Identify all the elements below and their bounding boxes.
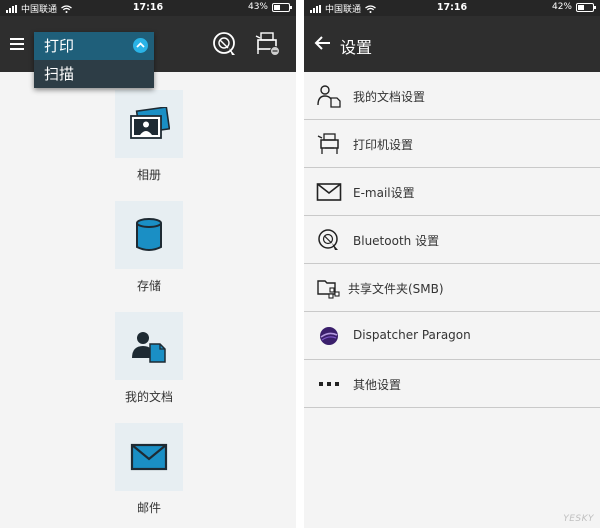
mode-dropdown[interactable]: 打印 扫描 (34, 32, 154, 88)
settings-list: 我的文档设置 打印机设置 E-mail设置 Bluetooth 设置 共享文件夹… (304, 72, 600, 408)
tile-label: 存储 (136, 279, 161, 293)
mode-option-print[interactable]: 打印 (34, 32, 154, 60)
setting-label: 共享文件夹(SMB) (348, 282, 444, 296)
tile-mail[interactable]: 邮件 (114, 423, 184, 516)
battery-percent: 42% (551, 2, 572, 12)
more-icon (316, 372, 342, 396)
tile-storage[interactable]: 存储 (114, 201, 184, 294)
tile-album[interactable]: 相册 (114, 90, 184, 183)
printer-icon[interactable] (254, 30, 282, 58)
screenshot-divider (296, 0, 304, 528)
mail-icon (316, 180, 342, 204)
printer-icon (316, 132, 342, 156)
tile-icon-box (115, 201, 183, 269)
setting-dispatcher-paragon[interactable]: Dispatcher Paragon (304, 312, 600, 360)
mail-icon (130, 443, 168, 471)
tile-label: 我的文档 (124, 390, 173, 404)
mode-option-scan[interactable]: 扫描 (34, 60, 154, 88)
battery-icon (272, 2, 292, 12)
watermark: YESKY (563, 514, 594, 524)
menu-icon[interactable] (10, 38, 24, 50)
setting-other[interactable]: 其他设置 (304, 360, 600, 408)
app-bar: 设置 (304, 16, 600, 72)
user-document-icon (316, 84, 342, 108)
tile-icon-box (115, 423, 183, 491)
my-documents-icon (132, 332, 166, 363)
status-bar: 中国联通 17:16 42% (304, 0, 600, 16)
page-title: 设置 (340, 38, 373, 57)
battery-percent: 43% (247, 2, 268, 12)
settings-screen: 中国联通 17:16 42% 设置 我的文档设置 打印机设置 E-mail设置 … (304, 0, 600, 528)
mode-option-label: 扫描 (44, 65, 75, 83)
chevron-up-icon[interactable] (133, 38, 148, 53)
shared-folder-icon (316, 276, 342, 300)
setting-printer[interactable]: 打印机设置 (304, 120, 600, 168)
dispatcher-paragon-icon (316, 324, 342, 348)
tile-label: 邮件 (136, 501, 161, 515)
storage-icon (136, 218, 162, 251)
setting-label: Bluetooth 设置 (353, 234, 440, 248)
setting-label: 打印机设置 (353, 138, 414, 152)
photo-album-icon (130, 107, 170, 139)
setting-shared-folder[interactable]: 共享文件夹(SMB) (304, 264, 600, 312)
setting-bluetooth[interactable]: Bluetooth 设置 (304, 216, 600, 264)
status-bar: 中国联通 17:16 43% (0, 0, 296, 16)
mode-option-label: 打印 (44, 37, 75, 55)
home-screen: 中国联通 17:16 43% 打印 扫描 相册 存储 我的文档 邮件 (0, 0, 296, 528)
setting-my-documents[interactable]: 我的文档设置 (304, 72, 600, 120)
bluetooth-print-icon[interactable] (211, 30, 239, 58)
tile-my-documents[interactable]: 我的文档 (114, 312, 184, 405)
setting-label: 其他设置 (353, 378, 402, 392)
tile-icon-box (115, 90, 183, 158)
battery-icon (576, 2, 596, 12)
tile-icon-box (115, 312, 183, 380)
setting-label: E-mail设置 (353, 186, 415, 200)
tile-label: 相册 (136, 168, 161, 182)
setting-label: Dispatcher Paragon (353, 328, 471, 342)
setting-email[interactable]: E-mail设置 (304, 168, 600, 216)
bluetooth-print-icon (316, 228, 342, 252)
setting-label: 我的文档设置 (353, 90, 426, 104)
back-arrow-icon[interactable] (314, 34, 332, 52)
